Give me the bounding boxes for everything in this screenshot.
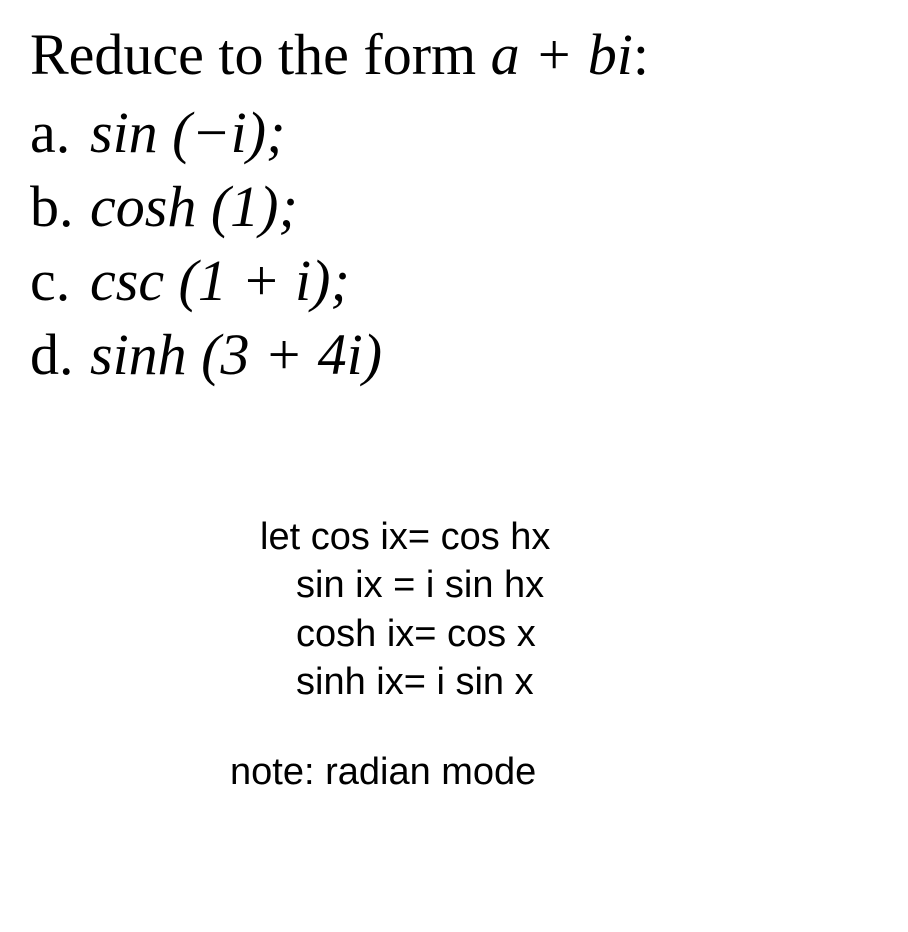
problem-label-b: b.: [30, 170, 90, 244]
title-expression: a + bi: [491, 22, 633, 87]
title-suffix: :: [633, 22, 649, 87]
problem-expression-a: sin (−i);: [90, 96, 285, 170]
title-prefix: Reduce to the form: [30, 22, 491, 87]
problem-item-c: c. csc (1 + i);: [30, 244, 878, 318]
problem-expression-c: csc (1 + i);: [90, 244, 350, 318]
hint-line-4: sinh ix= i sin x: [296, 658, 878, 707]
problem-item-a: a. sin (−i);: [30, 96, 878, 170]
note-line: note: radian mode: [230, 751, 878, 794]
hint-line-2: sin ix = i sin hx: [296, 561, 878, 610]
problem-label-d: d.: [30, 318, 90, 392]
problem-label-a: a.: [30, 96, 90, 170]
problem-title: Reduce to the form a + bi:: [30, 20, 878, 90]
problem-expression-d: sinh (3 + 4i): [90, 318, 382, 392]
hint-line-1: let cos ix= cos hx: [260, 513, 878, 562]
problem-item-b: b. cosh (1);: [30, 170, 878, 244]
problem-list: a. sin (−i); b. cosh (1); c. csc (1 + i)…: [30, 96, 878, 393]
problem-expression-b: cosh (1);: [90, 170, 298, 244]
hints-block: let cos ix= cos hx sin ix = i sin hx cos…: [260, 513, 878, 708]
problem-item-d: d. sinh (3 + 4i): [30, 318, 878, 392]
problem-label-c: c.: [30, 244, 90, 318]
hint-line-3: cosh ix= cos x: [296, 610, 878, 659]
